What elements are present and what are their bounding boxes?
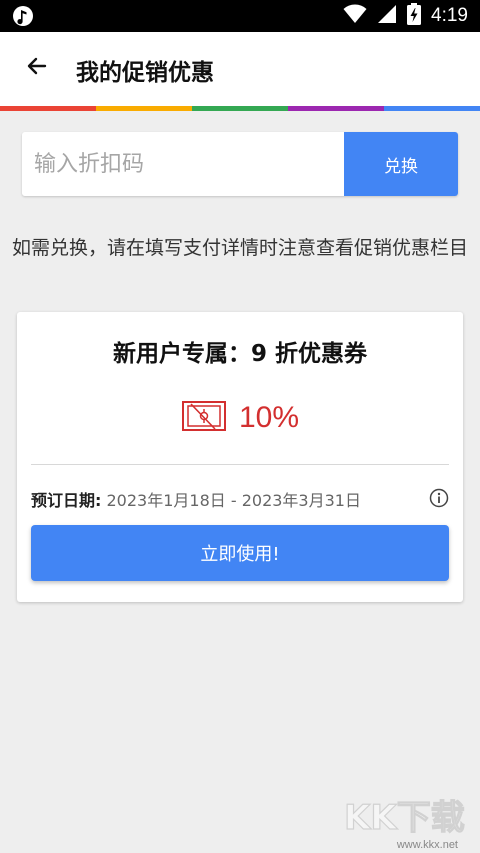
status-bar: 4:19 bbox=[0, 0, 480, 32]
status-icons: 4:19 bbox=[343, 0, 468, 32]
app-bar: 我的促销优惠 bbox=[0, 32, 480, 106]
redeem-hint: 如需兑换，请在填写支付详情时注意查看促销优惠栏目 bbox=[12, 237, 469, 259]
promo-code-form: 兑换 bbox=[22, 132, 458, 196]
battery-icon bbox=[407, 3, 422, 29]
accent-stripe bbox=[0, 106, 480, 111]
promo-code-input[interactable] bbox=[22, 132, 344, 196]
coupon-ticket-icon bbox=[181, 398, 227, 438]
info-icon[interactable] bbox=[429, 488, 449, 508]
signal-icon bbox=[377, 4, 397, 28]
wifi-icon bbox=[343, 4, 367, 28]
discount-row: 10% bbox=[17, 398, 463, 438]
use-now-button[interactable]: 立即使用! bbox=[31, 525, 449, 581]
divider bbox=[31, 464, 449, 465]
accent-stripe-segment bbox=[288, 106, 384, 111]
back-button[interactable] bbox=[14, 45, 60, 91]
accent-stripe-segment bbox=[192, 106, 288, 111]
coupon-card: 新用户专属：9 折优惠券 10% 预订日期: 2023年1月18日 - 2023… bbox=[17, 312, 463, 602]
music-note-icon bbox=[12, 5, 34, 27]
booking-date-row: 预订日期: 2023年1月18日 - 2023年3月31日 bbox=[31, 487, 449, 513]
booking-date-value: 2023年1月18日 - 2023年3月31日 bbox=[106, 491, 361, 510]
svg-text:KK下载: KK下载 bbox=[344, 798, 465, 838]
watermark-url: www.kkx.net bbox=[396, 839, 458, 851]
accent-stripe-segment bbox=[96, 106, 192, 111]
accent-stripe-segment bbox=[0, 106, 96, 111]
booking-date-label: 预订日期: bbox=[31, 491, 102, 510]
status-time: 4:19 bbox=[431, 5, 468, 26]
arrow-left-icon bbox=[25, 54, 49, 82]
coupon-title: 新用户专属：9 折优惠券 bbox=[112, 341, 367, 367]
accent-stripe-segment bbox=[384, 106, 480, 111]
discount-value: 10% bbox=[238, 401, 300, 434]
page-title: 我的促销优惠 bbox=[76, 60, 214, 86]
redeem-button[interactable]: 兑换 bbox=[344, 132, 458, 196]
